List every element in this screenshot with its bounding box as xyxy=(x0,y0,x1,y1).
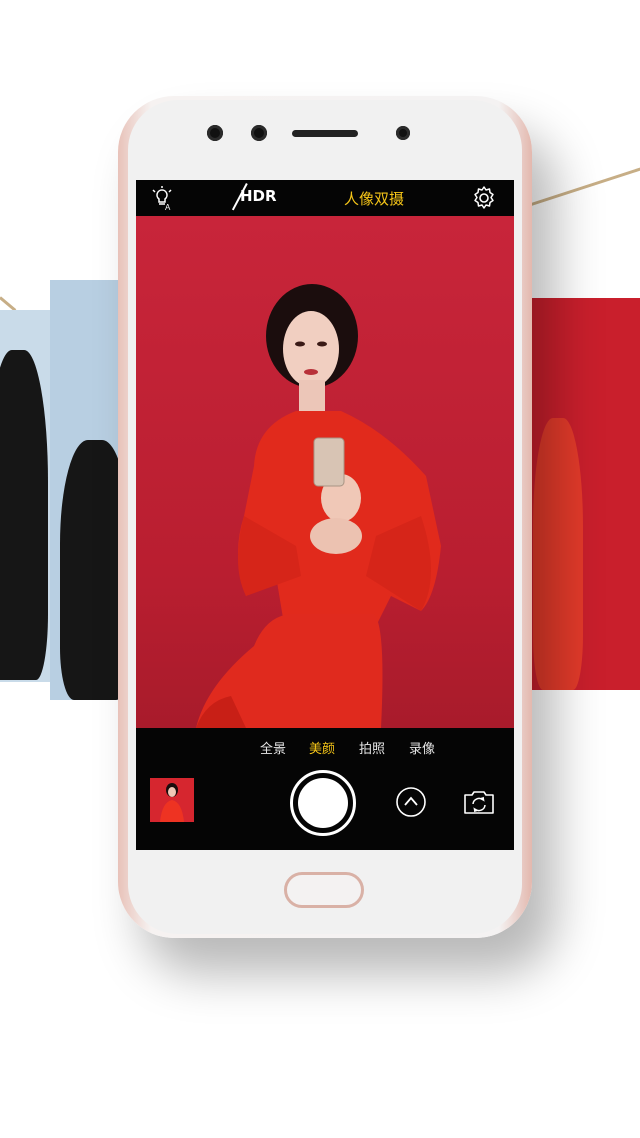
hanging-string-right xyxy=(524,166,640,208)
front-camera-lens-1 xyxy=(207,125,223,141)
mode-photo[interactable]: 拍照 xyxy=(359,738,385,757)
svg-text:A: A xyxy=(165,203,171,210)
proximity-sensor xyxy=(396,126,410,140)
mode-beauty[interactable]: 美颜 xyxy=(309,738,335,757)
camera-top-bar: A HDR 人像双摄 xyxy=(136,180,514,216)
auto-flash-icon[interactable]: A xyxy=(150,186,174,210)
shutter-button-core xyxy=(298,778,348,828)
portrait-preview-image xyxy=(196,284,441,728)
mode-title: 人像双摄 xyxy=(344,190,405,208)
camera-viewfinder[interactable] xyxy=(136,216,514,728)
camera-bottom-bar: 全景 美颜 拍照 录像 xyxy=(136,728,514,850)
chevron-up-icon[interactable] xyxy=(395,786,427,818)
mode-selector: 全景 美颜 拍照 录像 xyxy=(136,738,514,758)
mode-panorama[interactable]: 全景 xyxy=(260,738,286,757)
background-photo-card-3 xyxy=(525,298,640,690)
thumbnail-image xyxy=(150,778,194,822)
earpiece-speaker xyxy=(292,130,358,137)
switch-camera-icon[interactable] xyxy=(462,788,496,816)
hdr-toggle[interactable]: HDR xyxy=(240,187,277,205)
mode-video[interactable]: 录像 xyxy=(409,738,435,757)
home-button[interactable] xyxy=(284,872,364,908)
shutter-button[interactable] xyxy=(290,770,356,836)
front-camera-lens-2 xyxy=(251,125,267,141)
camera-screen: A HDR 人像双摄 全景 美颜 拍照 录像 xyxy=(136,180,514,850)
gear-icon[interactable] xyxy=(471,185,497,211)
gallery-thumbnail[interactable] xyxy=(150,778,194,822)
